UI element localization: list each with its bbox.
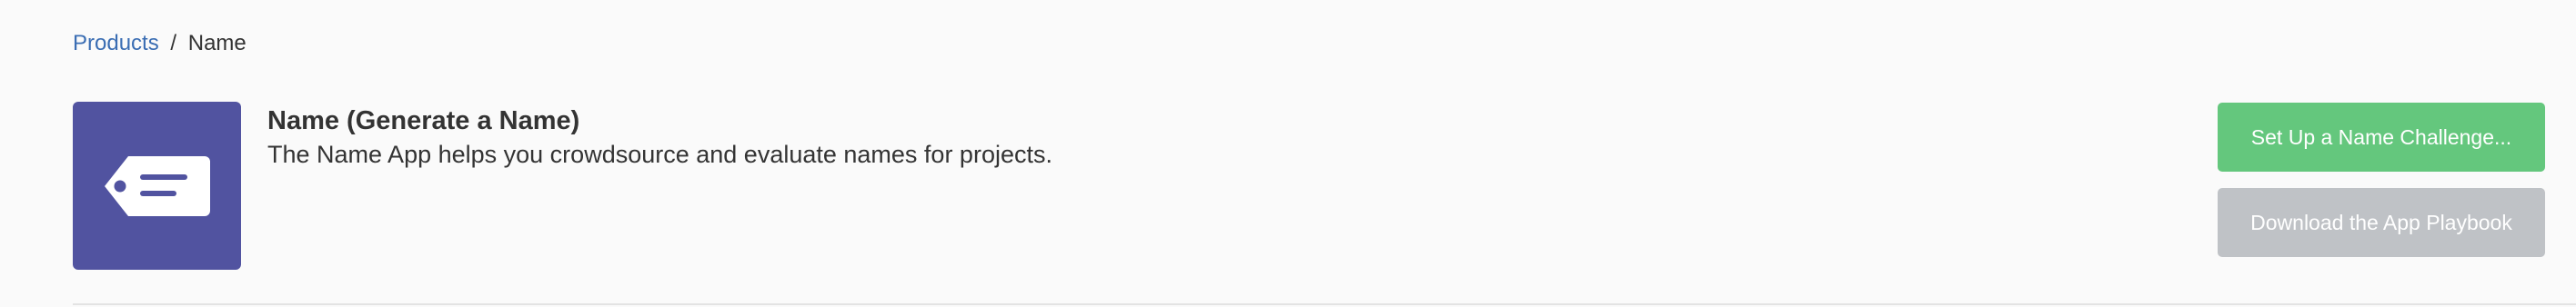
app-title: Name (Generate a Name)	[267, 106, 580, 135]
breadcrumb-separator: /	[170, 31, 177, 55]
section-divider	[73, 303, 2576, 305]
breadcrumb: Products / Name	[73, 29, 247, 58]
app-description: The Name App helps you crowdsource and e…	[267, 141, 1052, 168]
product-page: Products / Name Name (Generate a Name) T…	[0, 0, 2576, 307]
setup-name-challenge-button[interactable]: Set Up a Name Challenge...	[2218, 103, 2545, 172]
tag-icon	[104, 155, 210, 216]
download-playbook-button[interactable]: Download the App Playbook	[2218, 188, 2545, 257]
breadcrumb-current: Name	[187, 31, 247, 55]
breadcrumb-link-products[interactable]: Products	[73, 31, 159, 55]
app-icon-tile	[73, 102, 241, 270]
